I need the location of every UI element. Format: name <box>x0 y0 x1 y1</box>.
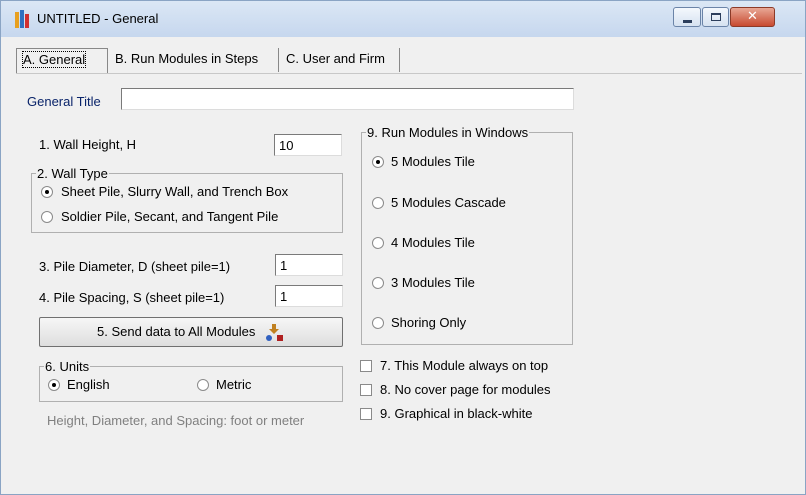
wall-type-option-sheet-pile[interactable]: Sheet Pile, Slurry Wall, and Trench Box <box>61 184 288 199</box>
pile-spacing-input[interactable] <box>275 285 343 307</box>
send-data-icon <box>265 323 285 342</box>
run-windows-option-4-tile[interactable]: 4 Modules Tile <box>391 235 475 250</box>
run-windows-radio-5-tile[interactable] <box>372 156 384 168</box>
tab-divider <box>16 73 802 74</box>
wall-type-radio-sheet-pile[interactable] <box>41 186 53 198</box>
minimize-icon <box>683 20 692 23</box>
pile-spacing-label: 4. Pile Spacing, S (sheet pile=1) <box>39 290 225 305</box>
wall-type-option-soldier-pile[interactable]: Soldier Pile, Secant, and Tangent Pile <box>61 209 278 224</box>
minimize-button[interactable] <box>673 7 701 27</box>
run-windows-radio-5-cascade[interactable] <box>372 197 384 209</box>
wall-height-input[interactable] <box>274 134 342 156</box>
maximize-button[interactable] <box>702 7 729 27</box>
tab-run-modules-in-steps[interactable]: B. Run Modules in Steps <box>109 48 279 72</box>
run-windows-option-5-tile[interactable]: 5 Modules Tile <box>391 154 475 169</box>
run-windows-radio-shoring-only[interactable] <box>372 317 384 329</box>
app-icon <box>15 10 29 28</box>
run-windows-radio-3-tile[interactable] <box>372 277 384 289</box>
run-windows-legend: 9. Run Modules in Windows <box>366 125 530 140</box>
maximize-icon <box>711 13 721 21</box>
tab-user-and-firm[interactable]: C. User and Firm <box>280 48 400 72</box>
title-bar[interactable]: UNTITLED - General ✕ <box>1 1 805 37</box>
units-option-english[interactable]: English <box>67 377 110 392</box>
wall-height-label: 1. Wall Height, H <box>39 137 137 152</box>
run-windows-radio-4-tile[interactable] <box>372 237 384 249</box>
no-cover-page-checkbox[interactable] <box>360 384 372 396</box>
units-note: Height, Diameter, and Spacing: foot or m… <box>47 413 305 428</box>
send-data-button-label: 5. Send data to All Modules <box>97 324 256 339</box>
black-white-label[interactable]: 9. Graphical in black-white <box>380 406 532 421</box>
app-window: UNTITLED - General ✕ A. General B. Run M… <box>0 0 806 495</box>
wall-type-group: 2. Wall Type <box>31 166 343 233</box>
pile-diameter-input[interactable] <box>275 254 343 276</box>
run-windows-option-5-cascade[interactable]: 5 Modules Cascade <box>391 195 506 210</box>
units-radio-english[interactable] <box>48 379 60 391</box>
tab-general[interactable]: A. General <box>16 48 108 74</box>
always-on-top-label[interactable]: 7. This Module always on top <box>380 358 548 373</box>
send-data-button[interactable]: 5. Send data to All Modules <box>39 317 343 347</box>
pile-diameter-label: 3. Pile Diameter, D (sheet pile=1) <box>39 259 231 274</box>
general-title-label: General Title <box>27 94 101 109</box>
window-title: UNTITLED - General <box>37 11 159 26</box>
no-cover-page-label[interactable]: 8. No cover page for modules <box>380 382 551 397</box>
always-on-top-checkbox[interactable] <box>360 360 372 372</box>
close-button[interactable]: ✕ <box>730 7 775 27</box>
close-icon: ✕ <box>747 9 758 24</box>
general-title-input[interactable] <box>121 88 574 110</box>
units-radio-metric[interactable] <box>197 379 209 391</box>
wall-type-radio-soldier-pile[interactable] <box>41 211 53 223</box>
run-windows-option-shoring-only[interactable]: Shoring Only <box>391 315 466 330</box>
wall-type-legend: 2. Wall Type <box>36 166 109 181</box>
black-white-checkbox[interactable] <box>360 408 372 420</box>
run-windows-option-3-tile[interactable]: 3 Modules Tile <box>391 275 475 290</box>
units-legend: 6. Units <box>44 359 91 374</box>
units-option-metric[interactable]: Metric <box>216 377 251 392</box>
